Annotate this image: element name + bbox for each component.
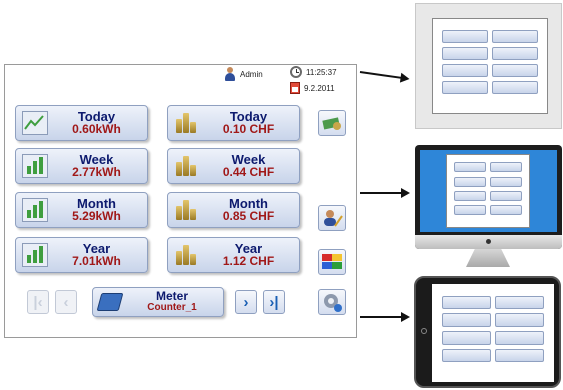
first-page-icon: |‹ (33, 293, 43, 311)
desktop-screen (420, 150, 557, 232)
trend-chart-icon (22, 111, 48, 135)
coins-icon (174, 243, 200, 267)
bar-chart-icon (22, 154, 48, 178)
monitor-chin (415, 235, 562, 249)
tablet-device (414, 276, 561, 388)
web-thumbnail-screen (432, 18, 548, 114)
gear-icon (324, 294, 342, 312)
money-icon (322, 117, 341, 130)
tile-week-cost[interactable]: Week 0.44 CHF (167, 148, 300, 184)
clock-icon (290, 66, 302, 78)
tile-value: 7.01kWh (72, 254, 121, 268)
time-text: 11:25:37 (306, 67, 337, 77)
money-settings-button[interactable] (318, 110, 346, 136)
tile-value: 0.85 CHF (222, 209, 275, 223)
monitor-stand (466, 249, 510, 267)
tile-value: 0.44 CHF (222, 165, 275, 179)
settings-button[interactable] (318, 289, 346, 315)
tile-week-energy[interactable]: Week 2.77kWh (15, 148, 148, 184)
date-display: 9.2.2011 (290, 82, 335, 94)
chevron-left-icon: ‹ (63, 293, 69, 311)
meter-selector[interactable]: Meter Counter_1 (92, 287, 224, 317)
tablet-home-button (421, 328, 427, 334)
tile-value: 0.10 CHF (222, 122, 275, 136)
tile-year-cost[interactable]: Year 1.12 CHF (167, 237, 300, 273)
web-thumbnail (415, 3, 562, 129)
tile-today-energy[interactable]: Today 0.60kWh (15, 105, 148, 141)
tile-value: 0.60kWh (72, 122, 121, 136)
first-page-button[interactable]: |‹ (27, 290, 49, 314)
bar-chart-icon (22, 198, 48, 222)
user-name: Admin (240, 69, 263, 79)
coins-icon (174, 154, 200, 178)
previous-page-button[interactable]: ‹ (55, 290, 77, 314)
coins-icon (174, 198, 200, 222)
user-edit-icon (324, 210, 343, 227)
flags-icon (322, 254, 342, 269)
tile-value: 1.12 CHF (222, 254, 275, 268)
date-text: 9.2.2011 (304, 83, 335, 93)
arrow-to-desktop (360, 188, 410, 198)
tile-month-energy[interactable]: Month 5.29kWh (15, 192, 148, 228)
bar-chart-icon (22, 243, 48, 267)
tile-month-cost[interactable]: Month 0.85 CHF (167, 192, 300, 228)
language-button[interactable] (318, 249, 346, 275)
arrow-to-tablet (360, 312, 410, 322)
tile-year-energy[interactable]: Year 7.01kWh (15, 237, 148, 273)
tile-today-cost[interactable]: Today 0.10 CHF (167, 105, 300, 141)
user-avatar-icon (224, 67, 236, 81)
user-indicator[interactable]: Admin (224, 67, 263, 81)
next-page-button[interactable]: › (235, 290, 257, 314)
last-page-icon: ›| (269, 293, 279, 311)
meter-label: Meter (155, 289, 188, 303)
meter-value: Counter_1 (147, 302, 197, 313)
diagram-stage: Admin 11:25:37 9.2.2011 Today 0.60kWh Tod… (0, 0, 563, 390)
user-settings-button[interactable] (318, 205, 346, 231)
tile-value: 2.77kWh (72, 165, 121, 179)
meter-icon (96, 293, 124, 311)
calendar-icon (290, 82, 300, 94)
tile-value: 5.29kWh (72, 209, 121, 223)
last-page-button[interactable]: ›| (263, 290, 285, 314)
coins-icon (174, 111, 200, 135)
desktop-monitor (415, 145, 562, 249)
clock-display: 11:25:37 (290, 66, 337, 78)
chevron-right-icon: › (243, 293, 249, 311)
arrow-to-web (359, 71, 408, 80)
tablet-screen (432, 284, 554, 382)
